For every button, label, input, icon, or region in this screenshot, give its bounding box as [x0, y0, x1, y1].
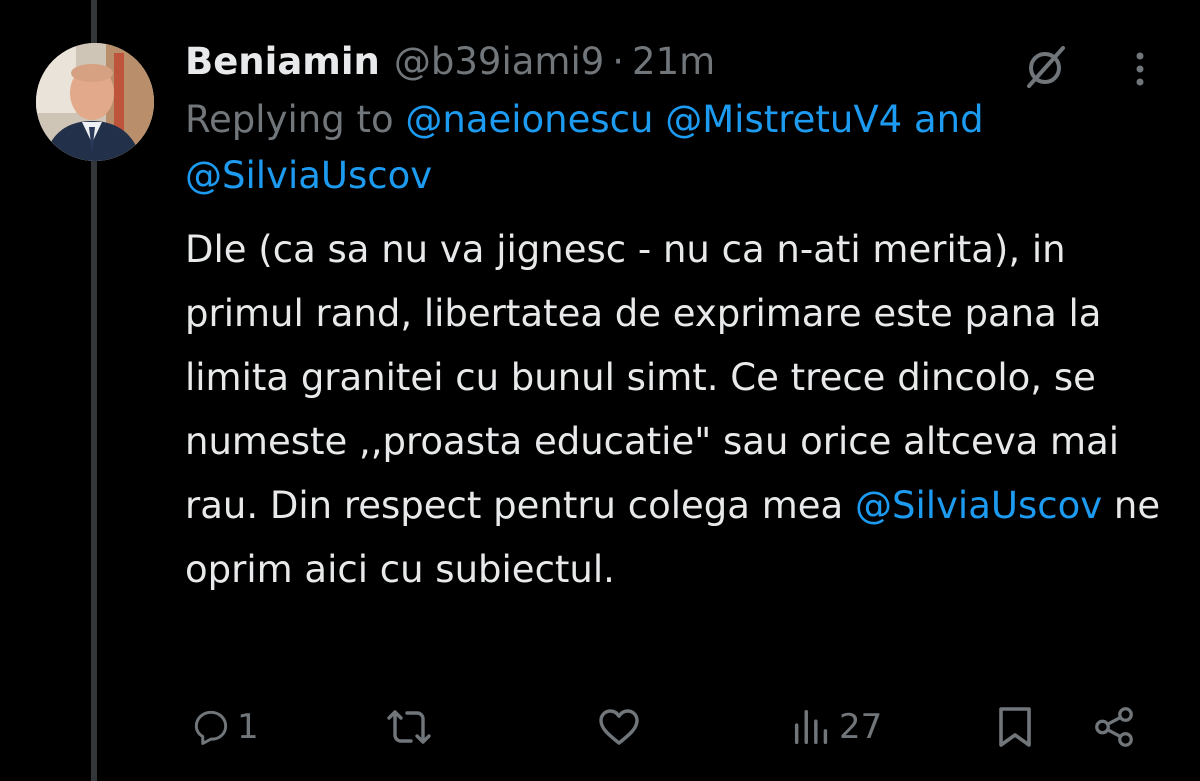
author-display-name[interactable]: Beniamin [185, 34, 380, 90]
reply-count: 1 [237, 707, 259, 747]
tweet-text: Dle (ca sa nu va jignesc - nu ca n-ati m… [185, 218, 1175, 602]
retweet-icon [385, 703, 433, 751]
header-separator: · [612, 40, 625, 83]
tweet[interactable]: Beniamin @b39iami9 · 21m Replying to @na… [185, 34, 1175, 602]
share-icon [1091, 704, 1137, 750]
bookmark-icon [993, 703, 1037, 751]
bookmark-button[interactable] [993, 700, 1037, 754]
reply-button[interactable]: 1 [189, 700, 259, 754]
tweet-timestamp[interactable]: 21m [632, 34, 715, 90]
replying-to-prefix: Replying to [185, 98, 394, 141]
heart-icon [595, 703, 643, 751]
mention-link[interactable]: @SilviaUscov [185, 154, 432, 197]
replying-to: Replying to @naeionescu @MistretuV4 and … [185, 92, 1175, 204]
avatar[interactable] [36, 43, 154, 161]
author-handle[interactable]: @b39iami9 [394, 34, 604, 90]
action-bar: 1 27 [185, 700, 1145, 754]
replying-to-and[interactable]: and [914, 98, 984, 141]
share-button[interactable] [1091, 700, 1137, 754]
like-button[interactable] [595, 700, 647, 754]
mention-link[interactable]: @MistretuV4 [665, 98, 902, 141]
views-count: 27 [839, 707, 883, 747]
retweet-button[interactable] [385, 700, 437, 754]
tweet-text-part: Dle (ca sa nu va jignesc - nu ca n-ati m… [185, 228, 1120, 527]
mention-link[interactable]: @SilviaUscov [855, 484, 1102, 527]
views-button[interactable]: 27 [789, 700, 882, 754]
avatar-image [36, 43, 154, 161]
mention-link[interactable]: @naeionescu [405, 98, 653, 141]
views-icon [789, 704, 835, 750]
grok-icon[interactable] [1021, 42, 1071, 92]
reply-icon [189, 705, 233, 749]
more-vertical-icon[interactable] [1125, 44, 1155, 94]
